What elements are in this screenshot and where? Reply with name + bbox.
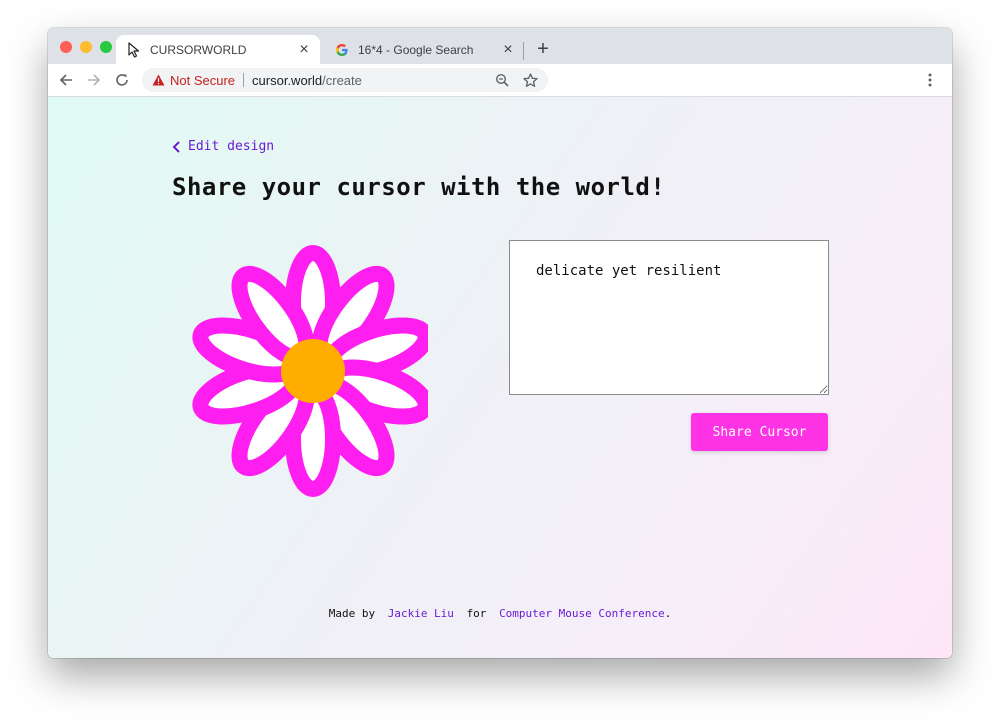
url-host: cursor.world [252,72,323,88]
warning-icon [150,72,166,88]
security-label[interactable]: Not Secure [170,73,235,88]
forward-button[interactable] [82,68,106,92]
bookmark-star-icon[interactable] [520,70,540,90]
minimize-window-button[interactable] [80,41,92,53]
share-cursor-button[interactable]: Share Cursor [691,413,828,451]
tab-title: CURSORWORLD [150,42,247,57]
new-tab-button[interactable]: + [532,38,554,60]
close-tab-icon[interactable]: × [498,41,518,59]
footer-made-by: Made by [328,607,376,620]
url-path: /create [322,72,362,88]
google-icon [334,42,350,58]
close-tab-icon[interactable]: × [294,41,314,59]
browser-toolbar: Not Secure cursor.world /create [48,64,952,97]
footer-for: for [466,607,487,620]
back-button[interactable] [54,68,78,92]
edit-design-label: Edit design [188,139,275,154]
page-title: Share your cursor with the world! [172,173,666,201]
footer-period: . [664,607,672,620]
reload-icon [116,74,128,86]
arrow-left-icon [59,74,72,86]
browser-window: CURSORWORLD × 16*4 - Google Search × + N… [48,28,952,658]
cursor-icon [126,41,142,58]
conference-link[interactable]: Computer Mouse Conference [499,607,665,620]
tab-google-search[interactable]: 16*4 - Google Search × [324,35,524,64]
tab-cursorworld[interactable]: CURSORWORLD × [116,35,320,64]
reload-button[interactable] [110,68,134,92]
footer: Made by Jackie Liu for Computer Mouse Co… [48,607,952,620]
close-window-button[interactable] [60,41,72,53]
tab-separator [523,42,524,60]
chevron-left-icon [172,140,184,153]
tab-title: 16*4 - Google Search [358,42,474,57]
author-link[interactable]: Jackie Liu [388,607,454,620]
zoom-icon[interactable] [492,70,512,90]
flower-center [281,339,345,403]
page-content: Edit design Share your cursor with the w… [48,97,952,658]
arrow-right-icon [88,74,101,86]
omnibox-divider [243,73,245,87]
maximize-window-button[interactable] [100,41,112,53]
browser-menu-button[interactable] [918,68,942,92]
window-controls [60,41,112,53]
edit-design-link[interactable]: Edit design [172,139,274,154]
flower-cursor-drawing [192,245,428,497]
cursor-description-input[interactable]: delicate yet resilient [509,240,829,395]
tab-strip: CURSORWORLD × 16*4 - Google Search × + [48,28,952,64]
address-bar[interactable]: Not Secure cursor.world /create [142,68,548,92]
kebab-menu-icon [928,73,932,87]
description-field-wrapper: delicate yet resilient [509,240,829,395]
